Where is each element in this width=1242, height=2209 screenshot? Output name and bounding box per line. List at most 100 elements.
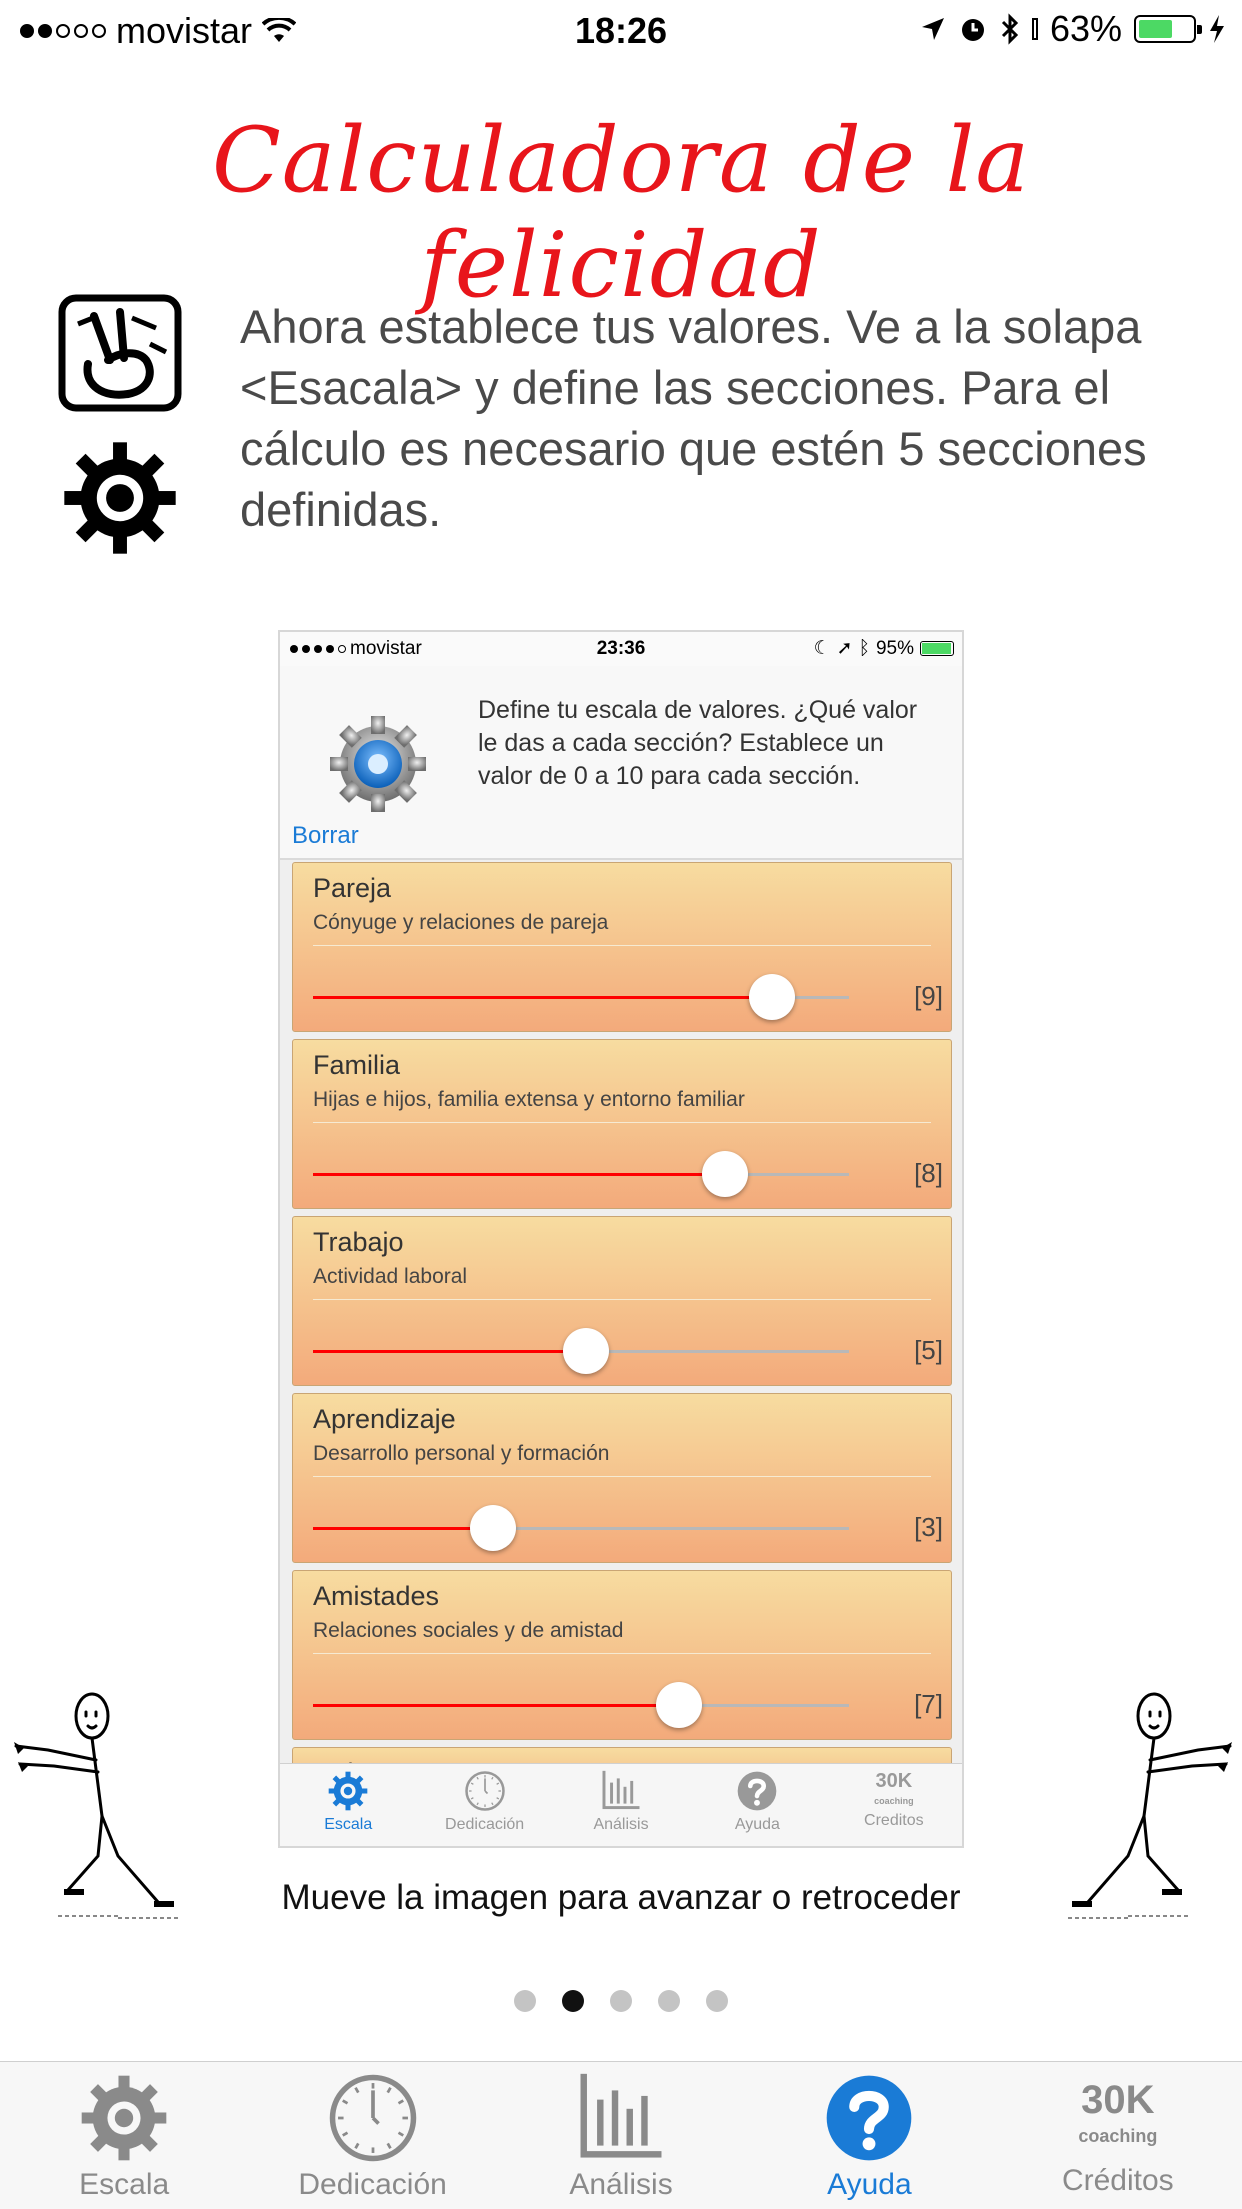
question-icon <box>745 2072 993 2164</box>
tab-label: Creditos <box>864 1812 924 1829</box>
value-slider-fill <box>313 1173 726 1176</box>
value-slider-knob[interactable] <box>655 1682 702 1728</box>
value-slider-knob[interactable] <box>562 1328 609 1374</box>
mini-tab-ayuda[interactable]: Ayuda <box>689 1764 825 1846</box>
tab-label: Dedicación <box>445 1816 525 1833</box>
gear-icon <box>64 442 176 554</box>
location-arrow-icon: ➚ <box>836 638 853 659</box>
divider <box>313 1299 931 1300</box>
tab-escala[interactable]: Escala <box>0 2062 248 2209</box>
mini-battery-percent: 95% <box>875 637 914 659</box>
section-value: [7] <box>914 1689 943 1719</box>
secondary-battery-indicator <box>1031 18 1038 40</box>
intro-text: Ahora establece tus valores. Ve a la sol… <box>240 300 1147 536</box>
page-title: Calculadora de la felicidad <box>211 108 1031 318</box>
value-slider-fill <box>313 1704 679 1707</box>
divider <box>313 1122 931 1123</box>
page-dot[interactable] <box>514 1990 536 2012</box>
section-value: [3] <box>914 1512 943 1542</box>
brand-main: 30K <box>875 1770 913 1792</box>
mini-header: Borrar Define tu escala de valores. ¿Qué… <box>280 666 962 860</box>
value-slider-knob[interactable] <box>469 1505 516 1551</box>
section-name: Pareja <box>313 873 392 903</box>
section-card-pareja: Pareja Cónyuge y relaciones de pareja [9] <box>292 862 952 1032</box>
section-card-familia: Familia Hijas e hijos, familia extensa y … <box>292 1039 952 1209</box>
tab-análisis[interactable]: Análisis <box>497 2062 745 2209</box>
tab-label: Ayuda <box>734 1816 780 1833</box>
battery-icon <box>1134 15 1202 43</box>
value-slider-knob[interactable] <box>748 974 795 1020</box>
tab-label: Ayuda <box>827 2168 912 2201</box>
page-dot[interactable] <box>562 1990 584 2012</box>
status-right: 63% <box>920 8 1226 50</box>
peace-hand-icon <box>58 294 182 412</box>
tab-label: Escala <box>324 1816 373 1833</box>
brand-30k-icon: 30K coaching <box>826 1770 962 1812</box>
bluetooth-icon: ᛒ <box>858 637 870 659</box>
section-description: Desarrollo personal y formación <box>313 1442 610 1465</box>
divider <box>313 945 931 946</box>
alarm-icon <box>961 19 984 41</box>
tab-label: Análisis <box>593 1816 649 1833</box>
page-dot[interactable] <box>610 1990 632 2012</box>
section-card-amistades: Amistades Relaciones sociales y de amista… <box>292 1570 952 1740</box>
battery-percent: 63% <box>1049 8 1122 49</box>
page-dot[interactable] <box>706 1990 728 2012</box>
moon-icon: ☾ <box>813 638 831 659</box>
section-list: Pareja Cónyuge y relaciones de pareja [9] F… <box>292 862 952 1814</box>
value-slider-track[interactable] <box>313 1527 849 1530</box>
section-value: [5] <box>914 1335 943 1365</box>
tab-ayuda[interactable]: Ayuda <box>745 2062 993 2209</box>
section-card-trabajo: Trabajo Actividad laboral [5] <box>292 1216 952 1386</box>
tab-bar: Escala Dedicación Análisis Ayuda 30K coaching… <box>0 2061 1242 2209</box>
charging-bolt-icon <box>1210 15 1224 43</box>
mini-tab-escala[interactable]: Escala <box>280 1764 416 1846</box>
value-slider-track[interactable] <box>313 1173 849 1176</box>
divider <box>313 1476 931 1477</box>
value-slider-track[interactable] <box>313 1704 849 1707</box>
tab-label: Dedicación <box>298 2168 447 2201</box>
section-description: Actividad laboral <box>313 1265 468 1288</box>
tab-label: Análisis <box>569 2168 673 2201</box>
value-slider-fill <box>313 1527 493 1530</box>
mini-status-bar: movistar 23:36 ☾ ➚ ᛒ 95% <box>280 632 962 666</box>
mini-tab-análisis[interactable]: Análisis <box>553 1764 689 1846</box>
tutorial-screenshot[interactable]: movistar 23:36 ☾ ➚ ᛒ 95% Borrar Define t… <box>278 630 964 1848</box>
brand-30k-icon: 30K coaching <box>994 2072 1242 2164</box>
location-arrow-icon <box>921 18 944 40</box>
mini-help-text: Define tu escala de valores. ¿Qué valor … <box>478 696 918 790</box>
tab-label: Créditos <box>1061 2164 1174 2197</box>
value-slider-knob[interactable] <box>702 1151 749 1197</box>
bluetooth-icon <box>1001 13 1019 45</box>
question-icon <box>689 1770 825 1812</box>
page-dot[interactable] <box>658 1990 680 2012</box>
mini-tab-creditos[interactable]: 30K coaching Creditos <box>826 1764 962 1846</box>
section-value: [8] <box>914 1158 943 1188</box>
brand-sub: coaching <box>1078 2126 1158 2146</box>
tab-dedicación[interactable]: Dedicación <box>248 2062 496 2209</box>
gear-icon <box>0 2072 248 2164</box>
battery-icon <box>920 641 954 656</box>
tab-créditos[interactable]: 30K coaching Créditos <box>994 2062 1242 2209</box>
section-name: Familia <box>313 1050 401 1080</box>
status-bar: movistar 18:26 63% <box>0 0 1242 62</box>
bar-chart-icon <box>553 1770 689 1812</box>
gear-icon <box>330 716 426 812</box>
section-description: Hijas e hijos, familia extensa y entorno… <box>313 1088 745 1111</box>
section-value: [9] <box>914 981 943 1011</box>
divider <box>313 1653 931 1654</box>
section-card-aprendizaje: Aprendizaje Desarrollo personal y formaci… <box>292 1393 952 1563</box>
section-name: Aprendizaje <box>313 1404 456 1434</box>
value-slider-fill <box>313 996 772 999</box>
mini-tab-bar: Escala Dedicación Análisis Ayuda 30K coaching… <box>280 1763 962 1846</box>
bar-chart-icon <box>497 2072 745 2164</box>
clock-icon <box>248 2072 496 2164</box>
section-description: Cónyuge y relaciones de pareja <box>313 911 609 934</box>
borrar-button[interactable]: Borrar <box>292 822 359 850</box>
section-name: Amistades <box>313 1581 440 1611</box>
brand-sub: coaching <box>874 1796 914 1806</box>
gear-icon <box>280 1770 416 1812</box>
page-indicator[interactable] <box>0 1990 1242 2012</box>
tab-label: Escala <box>79 2168 170 2201</box>
mini-tab-dedicación[interactable]: Dedicación <box>416 1764 552 1846</box>
